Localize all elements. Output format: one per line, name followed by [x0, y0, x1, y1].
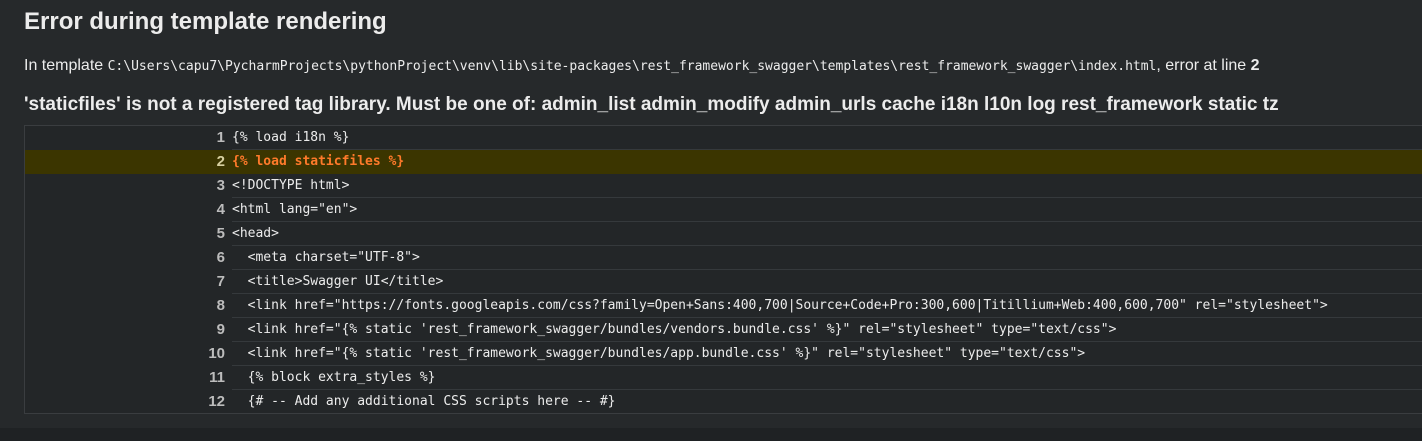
line-code: {% block extra_styles %} — [232, 366, 1422, 390]
template-source: 1 {% load i18n %} 2 {% load staticfiles … — [24, 125, 1422, 414]
line-code: <html lang="en"> — [232, 198, 1422, 222]
line-number: 2 — [216, 153, 225, 170]
line-code: <link href="https://fonts.googleapis.com… — [232, 294, 1422, 318]
source-line: 7 <title>Swagger UI</title> — [25, 270, 1422, 294]
line-number: 6 — [216, 249, 225, 266]
bottom-strip — [0, 428, 1422, 441]
template-prefix: In template — [24, 57, 108, 74]
line-number: 4 — [216, 201, 225, 218]
line-number: 8 — [216, 297, 225, 314]
source-line: 6 <meta charset="UTF-8"> — [25, 246, 1422, 270]
source-line: 11 {% block extra_styles %} — [25, 366, 1422, 390]
error-line-number: 2 — [1250, 57, 1260, 74]
line-number: 12 — [208, 393, 225, 410]
line-number: 9 — [216, 321, 225, 338]
line-code: <title>Swagger UI</title> — [232, 270, 1422, 294]
page-title: Error during template rendering — [24, 8, 387, 35]
source-line: 12 {# -- Add any additional CSS scripts … — [25, 390, 1422, 413]
template-location: In template C:\Users\capu7\PycharmProjec… — [24, 55, 1260, 78]
error-message: 'staticfiles' is not a registered tag li… — [24, 94, 1279, 115]
line-code: {# -- Add any additional CSS scripts her… — [232, 394, 616, 409]
source-line: 8 <link href="https://fonts.googleapis.c… — [25, 294, 1422, 318]
line-number: 5 — [216, 225, 225, 242]
error-panel: Error during template rendering In templ… — [0, 0, 1422, 428]
template-path: C:\Users\capu7\PycharmProjects\pythonPro… — [107, 59, 1157, 74]
line-code: <!DOCTYPE html> — [232, 174, 1422, 198]
source-line: 4 <html lang="en"> — [25, 198, 1422, 222]
line-number: 3 — [216, 177, 225, 194]
line-number: 1 — [216, 129, 225, 146]
line-code: <link href="{% static 'rest_framework_sw… — [232, 342, 1422, 366]
source-line-error: 2 {% load staticfiles %} — [25, 150, 1422, 174]
template-mid: , error at line — [1156, 57, 1251, 74]
line-number: 7 — [216, 273, 225, 290]
source-line: 1 {% load i18n %} — [25, 126, 1422, 150]
line-code: {% load i18n %} — [232, 126, 1422, 150]
line-number: 11 — [209, 369, 225, 386]
line-code: {% load staticfiles %} — [232, 150, 1422, 174]
line-code: <meta charset="UTF-8"> — [232, 246, 1422, 270]
line-code: <head> — [232, 222, 1422, 246]
source-line: 9 <link href="{% static 'rest_framework_… — [25, 318, 1422, 342]
source-line: 3 <!DOCTYPE html> — [25, 174, 1422, 198]
source-line: 10 <link href="{% static 'rest_framework… — [25, 342, 1422, 366]
line-code: <link href="{% static 'rest_framework_sw… — [232, 318, 1422, 342]
source-line: 5 <head> — [25, 222, 1422, 246]
line-number: 10 — [208, 345, 225, 362]
